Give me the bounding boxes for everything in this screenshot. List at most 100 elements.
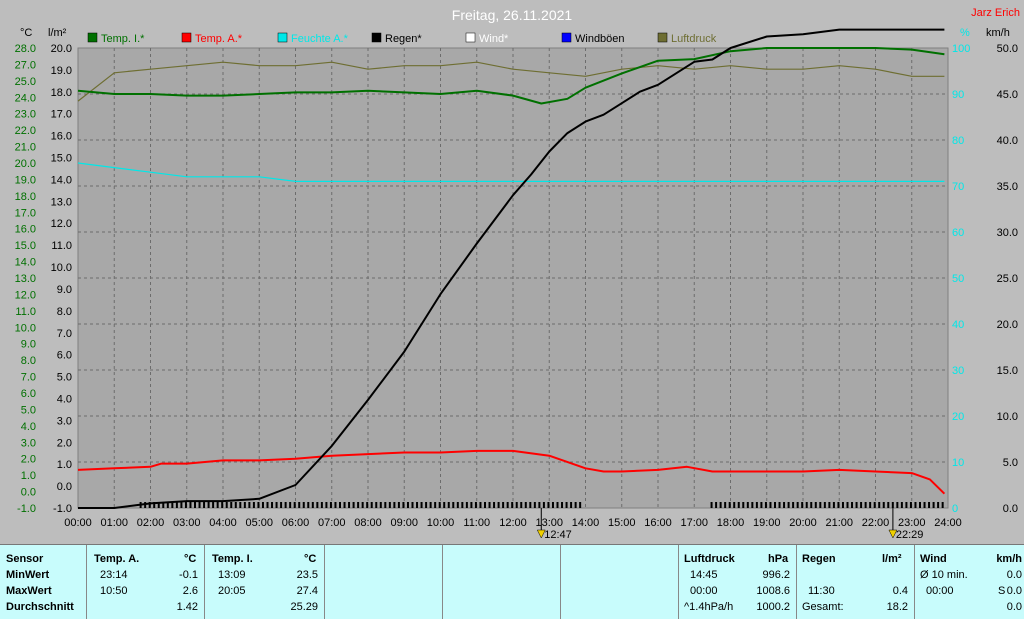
rain-pulse-bar xyxy=(402,502,405,508)
x-tick-label: 05:00 xyxy=(245,517,273,529)
wind-tick-label: 50.0 xyxy=(997,43,1018,55)
pressure-min-value: 996.2 xyxy=(762,569,790,581)
rain-tick-label: 5.0 xyxy=(57,372,72,384)
rain-tick-label: 12.0 xyxy=(51,218,72,230)
rain-pulse-bar xyxy=(212,502,215,508)
temp-tick-label: 10.0 xyxy=(15,322,36,334)
humidity-tick-label: 70 xyxy=(952,181,964,193)
rain-pulse-bar xyxy=(932,502,935,508)
rain-pulse-bar xyxy=(243,502,246,508)
rain-pulse-bar xyxy=(248,502,251,508)
legend-swatch xyxy=(465,32,476,43)
rain-pulse-bar xyxy=(461,502,464,508)
rain-tick-label: 0.0 xyxy=(57,481,72,493)
rain-total-value: 18.2 xyxy=(886,601,908,613)
rain-pulse-bar xyxy=(216,502,219,508)
wind-tick-label: 45.0 xyxy=(997,89,1018,101)
temp-tick-label: 24.0 xyxy=(15,92,36,104)
rain-pulse-bar xyxy=(579,502,582,508)
rain-tick-label: 16.0 xyxy=(51,131,72,143)
rain-pulse-bar xyxy=(257,502,260,508)
wind-max-direction: S xyxy=(998,585,1006,597)
rain-pulse-bar xyxy=(144,502,147,508)
rain-pulse-bar xyxy=(284,502,287,508)
rain-pulse-bar xyxy=(520,502,523,508)
rain-pulse-bar xyxy=(882,502,885,508)
event-marker-label: 22:29 xyxy=(896,529,924,541)
temp-tick-label: 11.0 xyxy=(15,306,36,318)
wind-tick-label: 0.0 xyxy=(1003,503,1018,515)
rain-pulse-bar xyxy=(896,502,899,508)
rain-pulse-bar xyxy=(796,502,799,508)
rain-pulse-bar xyxy=(774,502,776,508)
temp-a-header: Temp. A. xyxy=(94,553,140,565)
statistics-panel: Sensor MinWert MaxWert Durchschnitt Temp… xyxy=(0,544,1024,619)
rain-pulse-bar xyxy=(751,502,754,508)
temp-tick-label: 27.0 xyxy=(15,59,36,71)
rain-pulse-bar xyxy=(280,502,283,508)
rain-pulse-bar xyxy=(234,502,237,508)
x-tick-label: 22:00 xyxy=(862,517,890,529)
rain-pulse-bar xyxy=(329,502,332,508)
rain-pulse-bar xyxy=(851,502,854,508)
rain-pulse-bar xyxy=(919,502,921,508)
rain-pulse-bar xyxy=(198,502,201,508)
temp-unit: °C xyxy=(20,27,32,39)
rain-pulse-bar xyxy=(175,502,178,508)
rain-pulse-bar xyxy=(171,502,174,508)
temp-tick-label: 7.0 xyxy=(21,372,36,384)
rain-pulse-bar xyxy=(388,502,391,508)
wind-max-time: 00:00 xyxy=(926,585,954,597)
rain-pulse-bar xyxy=(547,502,550,508)
rain-pulse-bar xyxy=(261,502,264,508)
rain-pulse-bar xyxy=(397,502,400,508)
temp-tick-label: 6.0 xyxy=(21,388,36,400)
temp-a-avg-value: 1.42 xyxy=(176,601,198,613)
rain-tick-label: 11.0 xyxy=(51,240,72,252)
rain-pulse-bar xyxy=(909,502,912,508)
pressure-avg-value: 1000.2 xyxy=(756,601,790,613)
rain-tick-label: -1.0 xyxy=(53,503,72,515)
rain-pulse-bar xyxy=(819,502,822,508)
rain-pulse-bar xyxy=(438,502,441,508)
temp-tick-label: 0.0 xyxy=(21,487,36,499)
sensor-header: Sensor xyxy=(6,553,44,565)
humidity-tick-label: 40 xyxy=(952,319,964,331)
temp-tick-label: 9.0 xyxy=(21,339,36,351)
temp-i-max-time: 20:05 xyxy=(218,585,246,597)
temp-tick-label: 23.0 xyxy=(15,109,36,121)
rain-pulse-bar xyxy=(470,502,473,508)
rain-pulse-bar xyxy=(828,502,831,508)
rain-pulse-bar xyxy=(855,502,858,508)
temp-tick-label: 15.0 xyxy=(15,240,36,252)
temp-tick-label: 8.0 xyxy=(21,355,36,367)
temp-i-max-value: 27.4 xyxy=(296,585,318,597)
temp-i-avg-value: 25.29 xyxy=(290,601,318,613)
rain-unit: l/m² xyxy=(882,553,902,565)
temp-tick-label: 20.0 xyxy=(15,158,36,170)
rain-pulse-bar xyxy=(166,502,169,508)
rain-pulse-bar xyxy=(733,502,736,508)
pressure-max-time: 00:00 xyxy=(690,585,718,597)
rain-pulse-bar xyxy=(846,502,849,508)
rain-pulse-bar xyxy=(429,502,432,508)
temp-tick-label: 25.0 xyxy=(15,76,36,88)
x-tick-label: 16:00 xyxy=(644,517,672,529)
legend-label: Regen* xyxy=(385,33,422,45)
x-tick-label: 00:00 xyxy=(64,517,92,529)
rain-pulse-bar xyxy=(561,502,564,508)
rain-pulse-bar xyxy=(370,502,373,508)
humidity-tick-label: 80 xyxy=(952,135,964,147)
legend-swatch xyxy=(181,32,192,43)
temp-a-min-time: 23:14 xyxy=(100,569,128,581)
temp-tick-label: 12.0 xyxy=(15,289,36,301)
rain-pulse-bar xyxy=(755,502,758,508)
temp-tick-label: 3.0 xyxy=(21,437,36,449)
rain-pulse-bar xyxy=(452,502,455,508)
rain-pulse-bar xyxy=(778,502,781,508)
rain-pulse-bar xyxy=(524,502,527,508)
rain-max-time: 11:30 xyxy=(808,585,835,597)
wind-unit: km/h xyxy=(986,27,1010,39)
temp-tick-label: 4.0 xyxy=(21,421,36,433)
rain-pulse-bar xyxy=(864,502,867,508)
